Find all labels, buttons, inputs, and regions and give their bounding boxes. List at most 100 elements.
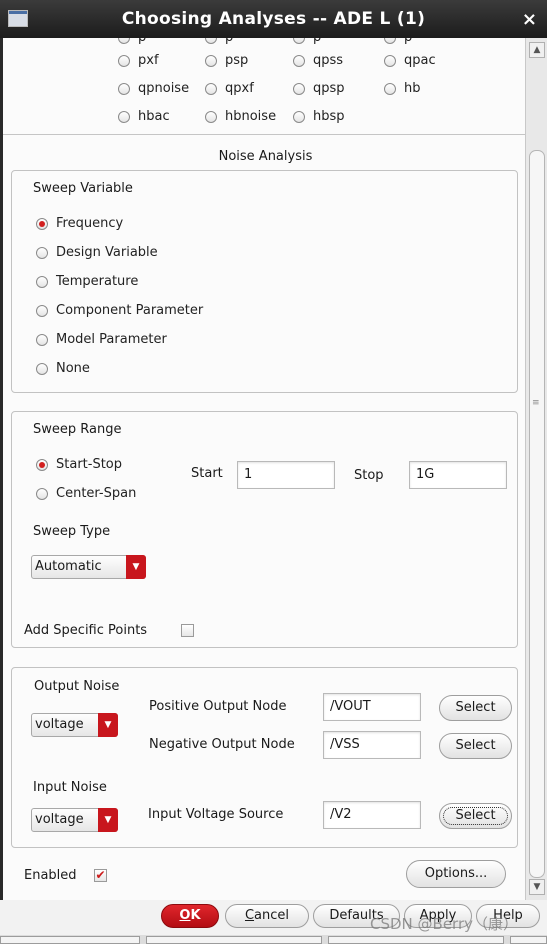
ok-mnemonic: O	[179, 908, 191, 923]
radio-indicator	[36, 362, 48, 375]
sweep-range-title: Sweep Range	[33, 422, 122, 437]
analysis-label: qpss	[313, 53, 344, 68]
add-points-label: Add Specific Points	[24, 623, 148, 638]
radio-indicator	[293, 110, 305, 123]
input-source-field[interactable]: /V2	[323, 801, 421, 829]
analysis-radio-qpxf[interactable]: qpxf	[205, 81, 254, 96]
sweep-var-model-parameter[interactable]: Model Parameter	[36, 332, 167, 347]
option-label: Frequency	[56, 216, 124, 231]
taskbar-item[interactable]	[510, 936, 547, 944]
sweep-var-design-variable[interactable]: Design Variable	[36, 245, 158, 260]
analysis-label: hb	[404, 81, 421, 96]
sweep-variable-group: Sweep Variable Frequency Design Variable…	[11, 170, 518, 393]
title-bar: Choosing Analyses -- ADE L (1) ×	[0, 0, 547, 38]
taskbar-item[interactable]	[328, 936, 504, 944]
range-start-stop[interactable]: Start-Stop	[36, 457, 122, 472]
select-input-source-button[interactable]: Select	[439, 803, 512, 829]
analysis-radio-qpnoise[interactable]: qpnoise	[118, 81, 189, 96]
radio-indicator	[36, 304, 48, 317]
analysis-radio-hbac[interactable]: hbac	[118, 109, 170, 124]
taskbar-item[interactable]	[0, 936, 140, 944]
grip-icon: ≡	[532, 398, 540, 408]
sweep-var-temperature[interactable]: Temperature	[36, 274, 138, 289]
analysis-radio-cut-3[interactable]: p	[293, 38, 321, 45]
range-center-span[interactable]: Center-Span	[36, 486, 136, 501]
ok-button[interactable]: OK	[161, 904, 219, 928]
analysis-label: qpsp	[313, 81, 345, 96]
option-label: Center-Span	[56, 486, 137, 501]
analysis-radio-psp[interactable]: psp	[205, 53, 248, 68]
radio-indicator	[205, 54, 217, 67]
analysis-radio-cut-4[interactable]: p	[384, 38, 412, 45]
analysis-radio-qpac[interactable]: qpac	[384, 53, 436, 68]
noise-group: Output Noise voltage ▼ Positive Output N…	[11, 667, 518, 848]
analysis-label: hbsp	[313, 109, 345, 124]
close-icon[interactable]: ×	[522, 9, 537, 30]
radio-indicator	[36, 458, 48, 471]
analysis-label: qpac	[404, 53, 436, 68]
cancel-mnemonic: C	[244, 908, 255, 923]
analysis-radio-cut-1[interactable]: p	[118, 38, 146, 45]
radio-indicator	[36, 333, 48, 346]
start-field[interactable]: 1	[237, 461, 335, 489]
analysis-radio-qpsp[interactable]: qpsp	[293, 81, 345, 96]
analysis-radio-hbsp[interactable]: hbsp	[293, 109, 345, 124]
analysis-radio-pxf[interactable]: pxf	[118, 53, 159, 68]
input-noise-type-value: voltage	[35, 812, 84, 827]
radio-indicator	[205, 82, 217, 95]
analysis-radio-hb[interactable]: hb	[384, 81, 421, 96]
analysis-radio-qpss[interactable]: qpss	[293, 53, 343, 68]
radio-indicator	[205, 110, 217, 123]
sweep-type-select[interactable]: Automatic ▼	[31, 555, 146, 579]
sweep-var-none[interactable]: None	[36, 361, 90, 376]
radio-indicator	[118, 38, 130, 44]
radio-indicator	[205, 38, 217, 44]
select-negative-button[interactable]: Select	[439, 733, 512, 759]
radio-indicator	[36, 487, 48, 500]
radio-indicator	[36, 275, 48, 288]
section-title: Noise Analysis	[218, 149, 313, 164]
enabled-label: Enabled	[24, 868, 77, 883]
add-points-checkbox[interactable]	[181, 624, 194, 637]
scroll-up-icon[interactable]: ▲	[529, 42, 545, 58]
cancel-button[interactable]: Cancel	[225, 904, 309, 928]
radio-indicator	[118, 54, 130, 67]
output-noise-title: Output Noise	[34, 679, 120, 694]
dialog-content: p p p p pxf psp qpss qpac qpnoise qpxf q…	[0, 38, 525, 900]
select-positive-button[interactable]: Select	[439, 695, 512, 721]
radio-indicator	[118, 110, 130, 123]
scrollbar-thumb[interactable]	[529, 150, 545, 878]
stop-field[interactable]: 1G	[409, 461, 507, 489]
radio-indicator	[118, 82, 130, 95]
sweep-var-component-parameter[interactable]: Component Parameter	[36, 303, 203, 318]
radio-indicator	[384, 38, 396, 44]
input-noise-title: Input Noise	[33, 780, 107, 795]
chevron-down-icon: ▼	[98, 808, 118, 832]
output-noise-type-select[interactable]: voltage ▼	[31, 713, 118, 737]
options-button[interactable]: Options...	[406, 860, 506, 888]
analysis-label: p	[404, 38, 412, 45]
option-label: Component Parameter	[56, 303, 204, 318]
input-noise-type-select[interactable]: voltage ▼	[31, 808, 118, 832]
enabled-checkbox[interactable]: ✔	[94, 869, 107, 882]
scroll-down-icon[interactable]: ▼	[529, 879, 545, 895]
positive-output-label: Positive Output Node	[149, 699, 287, 714]
positive-output-field[interactable]: /VOUT	[323, 693, 421, 721]
analysis-radio-hbnoise[interactable]: hbnoise	[205, 109, 276, 124]
analysis-label: qpnoise	[138, 81, 190, 96]
start-label: Start	[191, 466, 223, 481]
analysis-label: psp	[225, 53, 249, 68]
sweep-var-frequency[interactable]: Frequency	[36, 216, 123, 231]
vertical-scrollbar[interactable]: ▲ ≡ ▼	[525, 38, 547, 900]
analysis-label: p	[225, 38, 233, 45]
taskbar-item[interactable]	[146, 936, 322, 944]
negative-output-field[interactable]: /VSS	[323, 731, 421, 759]
ok-label-post: K	[190, 908, 201, 923]
window-title: Choosing Analyses -- ADE L (1)	[121, 9, 426, 29]
chevron-down-icon: ▼	[98, 713, 118, 737]
sweep-type-value: Automatic	[35, 559, 102, 574]
radio-indicator	[384, 54, 396, 67]
sweep-range-group: Sweep Range Start-Stop Center-Span Start…	[11, 411, 518, 648]
radio-indicator	[384, 82, 396, 95]
analysis-radio-cut-2[interactable]: p	[205, 38, 233, 45]
